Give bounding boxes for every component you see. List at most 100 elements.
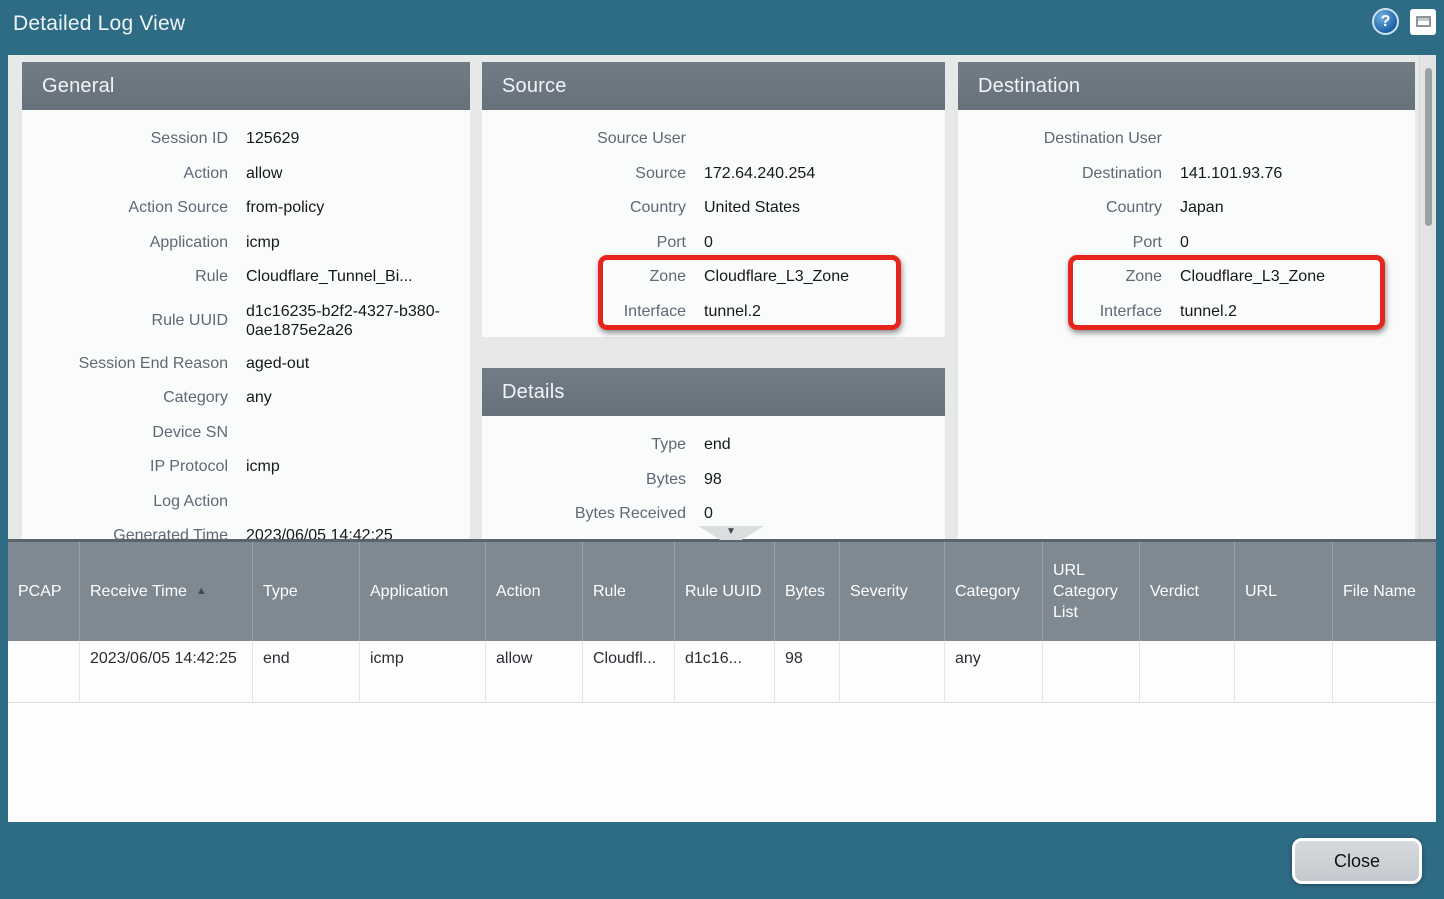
field-value: Cloudflare_L3_Zone: [704, 268, 945, 286]
field-row-destination-zone: ZoneCloudflare_L3_Zone: [958, 260, 1415, 295]
field-label: Zone: [482, 268, 686, 286]
field-label: Interface: [482, 303, 686, 321]
column-header-label: Severity: [850, 581, 908, 602]
field-label: Destination User: [958, 130, 1162, 148]
cell-application: icmp: [360, 641, 486, 703]
field-row-category: Category any: [22, 381, 470, 416]
field-row-source-interface: Interface tunnel.2: [482, 295, 945, 330]
field-label: Application: [22, 234, 228, 252]
column-header-label: URL Category List: [1053, 560, 1129, 623]
column-header-label: Category: [955, 581, 1020, 602]
field-label: Device SN: [22, 424, 228, 442]
field-label: Session ID: [22, 130, 228, 148]
panel-general-body: Session ID 125629 Action allow Action Sour…: [22, 110, 470, 540]
field-value: icmp: [246, 234, 470, 252]
column-header-label: Application: [370, 581, 448, 602]
field-row-type: Typeend: [482, 428, 945, 463]
cell-rule: Cloudfl...: [583, 641, 675, 703]
field-row-device-sn: Device SN: [22, 416, 470, 451]
field-label: Bytes Received: [482, 505, 686, 523]
field-row-ip-protocol: IP Protocolicmp: [22, 450, 470, 485]
field-row-source-port: Port 0: [482, 226, 945, 261]
panel-destination: Destination Destination User Destination…: [958, 62, 1415, 540]
field-row-destination: Destination141.101.93.76: [958, 157, 1415, 192]
column-header-rule-uuid[interactable]: Rule UUID: [675, 542, 775, 641]
field-value: United States: [704, 199, 945, 217]
field-value: tunnel.2: [1180, 303, 1415, 321]
field-value: allow: [246, 165, 470, 183]
log-table-header-row: PCAP Receive Time▲ Type Application Acti…: [8, 542, 1436, 641]
field-row-action: Action allow: [22, 157, 470, 192]
field-value: aged-out: [246, 355, 470, 373]
field-value: Cloudflare_Tunnel_Bi...: [246, 268, 470, 286]
column-header-receive-time[interactable]: Receive Time▲: [80, 542, 253, 641]
field-value: 172.64.240.254: [704, 165, 945, 183]
field-label: Interface: [958, 303, 1162, 321]
column-header-pcap[interactable]: PCAP: [8, 542, 80, 641]
field-label: Rule: [22, 268, 228, 286]
column-header-rule[interactable]: Rule: [583, 542, 675, 641]
field-row-session-id: Session ID 125629: [22, 122, 470, 157]
column-header-label: PCAP: [18, 581, 62, 602]
field-label: Source: [482, 165, 686, 183]
column-header-application[interactable]: Application: [360, 542, 486, 641]
field-label: Category: [22, 389, 228, 407]
field-row-rule-uuid: Rule UUID d1c16235-b2f2-4327-b380-0ae1875…: [22, 295, 470, 347]
close-button[interactable]: Close: [1292, 838, 1422, 884]
field-row-session-end-reason: Session End Reasonaged-out: [22, 347, 470, 382]
panel-destination-body: Destination User Destination141.101.93.7…: [958, 110, 1415, 329]
field-row-source-country: CountryUnited States: [482, 191, 945, 226]
column-header-action[interactable]: Action: [486, 542, 583, 641]
field-value: any: [246, 389, 470, 407]
panel-general-title: General: [22, 62, 470, 110]
cell-category: any: [945, 641, 1043, 703]
cell-verdict: [1140, 641, 1235, 703]
table-row[interactable]: 2023/06/05 14:42:25 end icmp allow Cloud…: [8, 641, 1436, 703]
chevron-down-icon: ▼: [726, 526, 736, 537]
column-header-severity[interactable]: Severity: [840, 542, 945, 641]
field-row-destination-interface: Interface tunnel.2: [958, 295, 1415, 330]
column-header-label: Action: [496, 581, 540, 602]
help-icon[interactable]: ?: [1372, 8, 1399, 35]
field-row-destination-user: Destination User: [958, 122, 1415, 157]
column-header-bytes[interactable]: Bytes: [775, 542, 840, 641]
cell-action: allow: [486, 641, 583, 703]
column-header-file-name[interactable]: File Name: [1333, 542, 1436, 641]
panel-source: Source Source User Source172.64.240.254 …: [482, 62, 945, 337]
field-value: 125629: [246, 130, 470, 148]
panels-scrollbar[interactable]: [1419, 55, 1436, 539]
field-value: 0: [704, 234, 945, 252]
field-row-destination-country: CountryJapan: [958, 191, 1415, 226]
column-header-label: Type: [263, 581, 298, 602]
column-header-url[interactable]: URL: [1235, 542, 1333, 641]
scrollbar-thumb[interactable]: [1425, 68, 1432, 226]
panel-details-body: Typeend Bytes98 Bytes Received0: [482, 416, 945, 532]
maximize-icon[interactable]: [1410, 9, 1436, 35]
column-header-label: Rule: [593, 581, 626, 602]
field-row-rule: Rule Cloudflare_Tunnel_Bi...: [22, 260, 470, 295]
column-header-type[interactable]: Type: [253, 542, 360, 641]
column-header-label: Verdict: [1150, 581, 1199, 602]
titlebar: Detailed Log View ?: [0, 0, 1444, 55]
field-label: Country: [958, 199, 1162, 217]
panel-source-title: Source: [482, 62, 945, 110]
field-value: d1c16235-b2f2-4327-b380-0ae1875e2a26: [246, 302, 442, 340]
window-controls: ?: [1372, 8, 1436, 35]
column-header-label: Bytes: [785, 581, 825, 602]
field-label: Action Source: [22, 199, 228, 217]
field-label: Action: [22, 165, 228, 183]
dialog-content: General Session ID 125629 Action allow Act…: [8, 55, 1436, 822]
cell-file-name: [1333, 641, 1436, 703]
field-value: 0: [704, 505, 945, 523]
field-label: Port: [482, 234, 686, 252]
field-value: tunnel.2: [704, 303, 945, 321]
column-header-category[interactable]: Category: [945, 542, 1043, 641]
sort-ascending-icon: ▲: [196, 581, 207, 602]
column-header-label: File Name: [1343, 581, 1416, 602]
field-row-action-source: Action Sourcefrom-policy: [22, 191, 470, 226]
column-header-url-category-list[interactable]: URL Category List: [1043, 542, 1140, 641]
field-label: Rule UUID: [22, 312, 228, 330]
column-header-verdict[interactable]: Verdict: [1140, 542, 1235, 641]
field-row-destination-port: Port0: [958, 226, 1415, 261]
field-label: Source User: [482, 130, 686, 148]
